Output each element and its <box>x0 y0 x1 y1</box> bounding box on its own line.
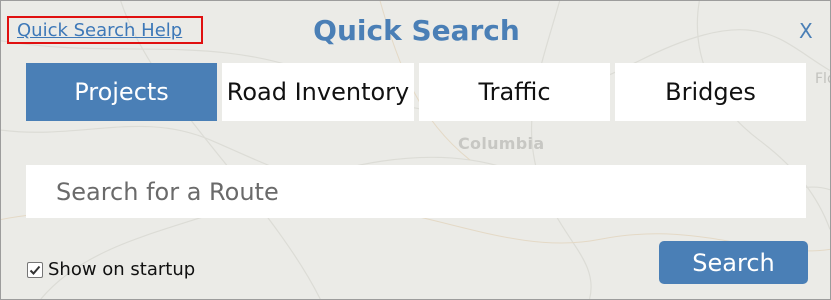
show-on-startup-label: Show on startup <box>48 259 196 280</box>
search-button[interactable]: Search <box>659 241 808 284</box>
tab-road-inventory[interactable]: Road Inventory <box>222 63 414 121</box>
tab-traffic[interactable]: Traffic <box>419 63 610 121</box>
map-city-label: Columbia <box>458 134 545 153</box>
show-on-startup-option: Show on startup <box>27 259 195 280</box>
route-search-input[interactable] <box>26 165 806 218</box>
close-button[interactable]: X <box>799 19 813 43</box>
checkmark-icon <box>29 265 41 275</box>
quick-search-dialog: Columbia Flo Quick Search Help Quick Sea… <box>0 0 831 300</box>
map-edge-label: Flo <box>815 71 830 87</box>
quick-search-help-link[interactable]: Quick Search Help <box>7 16 203 44</box>
tab-bridges[interactable]: Bridges <box>615 63 806 121</box>
show-on-startup-checkbox[interactable] <box>27 261 43 278</box>
tab-projects[interactable]: Projects <box>26 63 217 121</box>
